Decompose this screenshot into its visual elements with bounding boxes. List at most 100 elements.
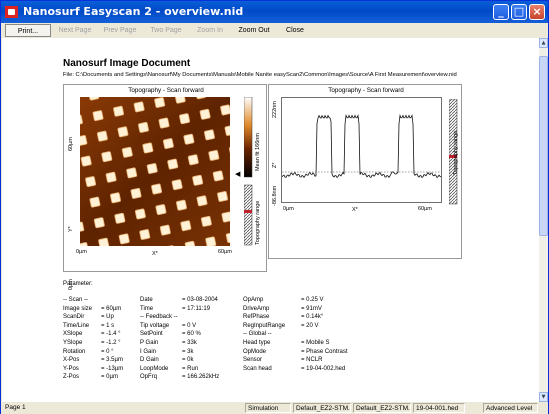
parameter-value: = 3k (182, 348, 194, 355)
status-user-level: Advanced Level (483, 403, 538, 413)
parameter-row: X-Pos = 3.5µm (63, 356, 133, 365)
zoom-in-button[interactable]: Zoom In (189, 24, 231, 37)
parameter-value: = 166.262kHz (182, 374, 220, 381)
image-x-left-label: 0µm (76, 249, 87, 255)
parameter-name: SetPoint (140, 331, 163, 338)
image-panel-title: Topography - Scan forward (128, 87, 204, 94)
parameter-name: -- Global -- (243, 331, 272, 338)
colorbar-gradient (244, 97, 253, 178)
profile-x-axis-label: X* (352, 207, 358, 213)
range-bar (244, 184, 253, 246)
parameter-value: = 19-04-002.hed (301, 365, 346, 372)
parameter-row: Time = 17:11:19 (140, 305, 230, 314)
sample-square (179, 113, 191, 125)
scroll-thumb[interactable] (539, 56, 548, 236)
parameter-name: Time/Line (63, 322, 90, 329)
parameter-row: RegInputRange = 20 V (243, 322, 363, 331)
parameter-row: YSlope = -1.2 ° (63, 339, 133, 348)
parameter-value: = 20 V (301, 322, 319, 329)
parameter-name: LoopMode (140, 365, 169, 372)
parameter-name: YSlope (63, 339, 83, 346)
parameter-value: = 60 % (182, 331, 201, 338)
parameter-name: Head type (243, 339, 271, 346)
parameter-column-feedback: Date = 03-08-2004 Time = 17:11:19 -- Feedbac… (140, 296, 230, 382)
sample-square (110, 192, 121, 204)
parameter-row: SetPoint = 60 % (140, 330, 230, 339)
image-x-right-label: 60µm (218, 249, 232, 255)
minimize-button[interactable]: _ (493, 4, 509, 20)
parameter-row: Image size = 60µm (63, 305, 133, 314)
parameter-name: OpAmp (243, 297, 264, 303)
parameter-value: = Phase Contrast (301, 348, 348, 355)
profile-y-axis-label: Z* (272, 162, 278, 169)
profile-plot (281, 97, 442, 203)
parameter-value: = 3.5µm (101, 357, 123, 364)
parameter-value: = Run (182, 365, 199, 372)
parameter-column-scan: -- Scan -- Image size = 60µm ScanDir = Up Tim… (63, 296, 133, 382)
prev-page-button[interactable]: Prev Page (98, 24, 142, 37)
parameter-name: Rotation (63, 348, 86, 355)
parameter-name: P Gain (140, 339, 159, 346)
parameter-row: OpFrq = 166.262kHz (140, 373, 230, 382)
parameter-name: DriveAmp (243, 305, 270, 312)
next-page-button[interactable]: Next Page (53, 24, 97, 37)
sample-square (212, 170, 224, 182)
colorbar (244, 97, 253, 246)
sample-square (121, 146, 133, 158)
parameter-name: OpFrq (140, 374, 158, 381)
parameter-row: -- Scan -- (63, 296, 133, 305)
print-button[interactable]: Print... (5, 24, 51, 37)
sample-square (187, 154, 199, 166)
parameter-value: = Up (101, 314, 114, 321)
colorbar-bottom-label: Topography range (255, 200, 261, 245)
parameter-row: DriveAmp = 91mV (243, 305, 363, 314)
sample-square (221, 211, 230, 223)
zoom-out-button[interactable]: Zoom Out (232, 24, 276, 37)
parameter-row: Rotation = 0 ° (63, 348, 133, 357)
two-page-button[interactable]: Two Page (144, 24, 188, 37)
sample-square (199, 108, 211, 120)
profile-x-right-label: 60µm (418, 206, 432, 212)
parameter-name: Scan head (243, 365, 272, 372)
parameter-name: Date (140, 297, 153, 303)
parameter-value: = 60µm (101, 305, 122, 312)
close-preview-button[interactable]: Close (279, 24, 311, 37)
parameter-row: Scan head = 19-04-002.hed (243, 365, 363, 374)
sample-square (130, 187, 142, 199)
sample-square (98, 237, 110, 246)
parameter-row: D Gain = 0k (140, 356, 230, 365)
image-y-axis-label: Y* (68, 226, 74, 232)
profile-y-bottom-label: -86.8nm (272, 185, 278, 206)
parameter-value: = 0.25 V (301, 297, 324, 303)
sample-square (117, 126, 129, 138)
sample-square (154, 97, 166, 108)
print-preview-page: Nanosurf Image Document File: C:\Documen… (2, 38, 539, 402)
parameter-value: = 0 V (182, 322, 197, 329)
parameter-value: = 0µm (101, 374, 118, 381)
scroll-down-button[interactable]: ▼ (539, 392, 548, 402)
sample-square (155, 204, 167, 216)
sample-square (139, 229, 151, 240)
topography-profile-panel: Topography - Scan forward 222nm Z* -86.8… (268, 84, 462, 259)
parameter-name: Tip voltage (140, 322, 170, 329)
status-mode: Simulation (245, 403, 291, 413)
sample-square (180, 220, 192, 232)
parameter-row: -- Global -- (243, 330, 363, 339)
status-page: Page 1 (5, 404, 26, 411)
parameter-value: = Mobile S (301, 339, 330, 346)
sample-square (96, 130, 108, 142)
scroll-up-button[interactable]: ▲ (539, 38, 548, 48)
sample-square (171, 179, 183, 191)
parameter-row: I Gain = 3k (140, 348, 230, 357)
image-x-axis-label: X* (152, 251, 158, 257)
colorbar-pointer[interactable]: ◀ (235, 170, 240, 178)
parameter-value: = 33k (182, 339, 197, 346)
sample-square (142, 142, 154, 154)
sample-square (217, 191, 229, 202)
sample-square (138, 121, 149, 133)
title-bar[interactable]: Nanosurf Easyscan 2 - overview.nid _ □ × (1, 1, 548, 23)
close-window-button[interactable]: × (529, 4, 545, 20)
maximize-button[interactable]: □ (511, 4, 527, 20)
vertical-scrollbar[interactable]: ▲ ▼ (539, 38, 548, 402)
sample-square (89, 196, 101, 208)
